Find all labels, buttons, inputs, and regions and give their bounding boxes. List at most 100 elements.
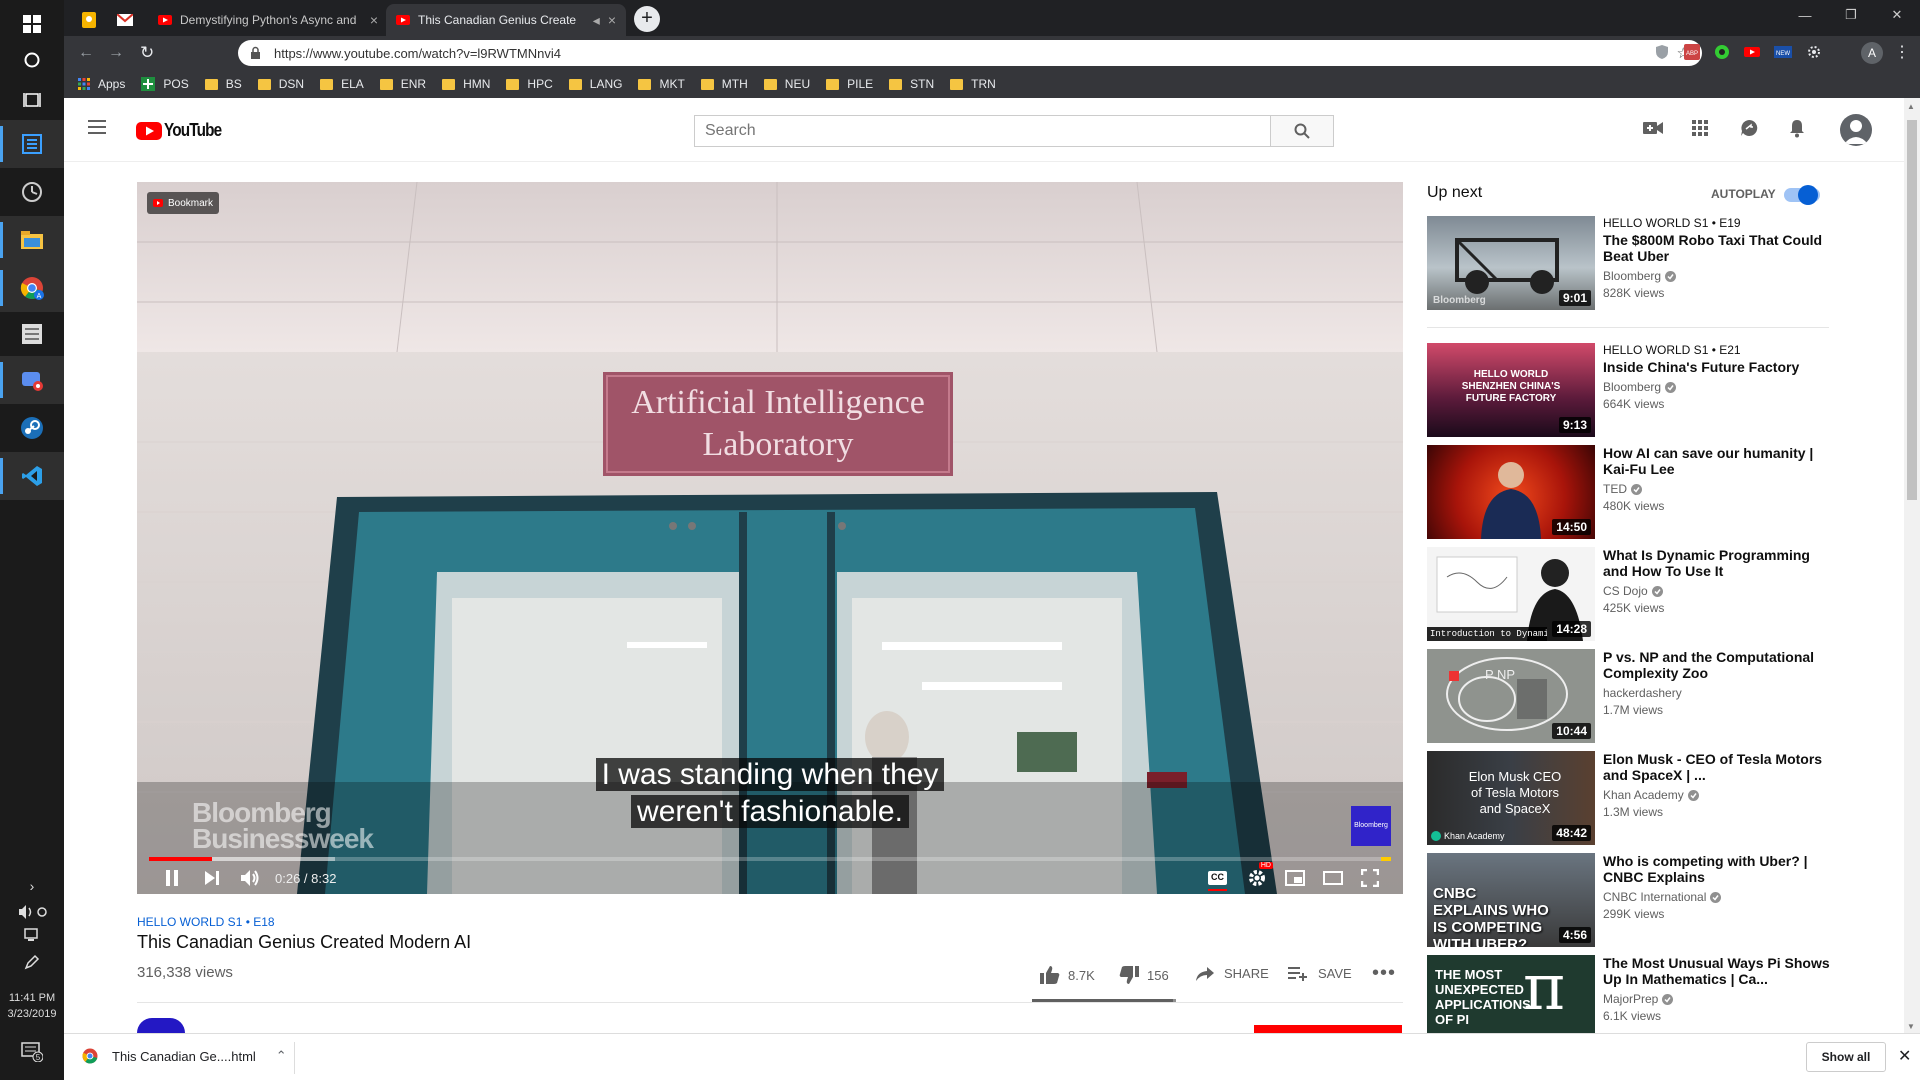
save-button[interactable]: SAVE <box>1288 966 1352 981</box>
hamburger-menu-icon[interactable] <box>88 120 106 134</box>
captions-button[interactable]: CC <box>1208 871 1227 891</box>
settings-gear-icon[interactable]: HD <box>1247 862 1273 888</box>
chrome-menu-icon[interactable]: ⋮ <box>1894 42 1910 62</box>
recommendation-title[interactable]: Who is competing with Uber? | CNBC Expla… <box>1603 853 1833 885</box>
recommendation-title[interactable]: How AI can save our humanity | Kai-Fu Le… <box>1603 445 1833 477</box>
recommendation-title[interactable]: P vs. NP and the Computational Complexit… <box>1603 649 1833 681</box>
show-hidden-icons-icon[interactable]: › <box>0 878 64 894</box>
taskbar-clock-app-icon[interactable] <box>0 168 64 216</box>
file-explorer-icon[interactable] <box>0 216 64 264</box>
recommendation-item[interactable]: THE MOST UNEXPECTED APPLICATIONS OF PI π… <box>1427 955 1837 1033</box>
abp-extension-icon[interactable]: ABP <box>1684 44 1700 60</box>
tab-pinned-gmail[interactable] <box>108 4 142 36</box>
channel-name[interactable]: CS Dojo <box>1603 584 1833 598</box>
action-center-icon[interactable]: 5 <box>0 1042 64 1062</box>
recommendation-item[interactable]: HELLO WORLD SHENZHEN CHINA'S FUTURE FACT… <box>1427 343 1837 439</box>
bookmark-folder[interactable]: MKT <box>638 77 685 91</box>
bookmark-folder[interactable]: DSN <box>257 77 304 91</box>
bookmark-folder[interactable]: ENR <box>379 77 426 91</box>
channel-name[interactable]: CNBC International <box>1603 890 1833 904</box>
channel-name[interactable]: TED <box>1603 482 1833 496</box>
recommendation-item[interactable]: P NP 10:44 P vs. NP and the Computationa… <box>1427 649 1837 745</box>
recommendation-title[interactable]: The $800M Robo Taxi That Could Beat Uber <box>1603 232 1833 264</box>
dislike-button[interactable]: 156 <box>1119 966 1169 984</box>
pause-icon[interactable] <box>165 870 179 886</box>
create-video-icon[interactable] <box>1643 120 1663 136</box>
theater-mode-icon[interactable] <box>1323 871 1343 885</box>
bookmark-apps[interactable]: Apps <box>78 77 125 91</box>
pen-workspace-icon[interactable] <box>0 954 64 970</box>
close-downloads-icon[interactable]: ✕ <box>1898 1046 1911 1066</box>
taskbar-app-editor-icon[interactable] <box>0 120 64 168</box>
tab-python-async[interactable]: Demystifying Python's Async and × <box>148 4 388 36</box>
bookmark-folder[interactable]: MTH <box>700 77 748 91</box>
apps-icon[interactable] <box>1692 120 1708 136</box>
subscribe-button[interactable] <box>1254 1025 1402 1033</box>
shield-extension-icon[interactable] <box>1654 44 1670 60</box>
new-extension-icon[interactable]: NEW <box>1774 44 1792 60</box>
minimize-icon[interactable]: — <box>1782 0 1828 30</box>
bookmark-folder[interactable]: LANG <box>568 77 622 91</box>
download-item[interactable]: This Canadian Ge....html ⌃ <box>82 1048 287 1064</box>
bookmark-folder[interactable]: BS <box>204 77 242 91</box>
video-thumbnail[interactable]: CNBC EXPLAINS WHO IS COMPETING WITH UBER… <box>1427 853 1595 947</box>
bookmark-folder[interactable]: PILE <box>826 77 873 91</box>
channel-name[interactable]: MajorPrep <box>1603 992 1833 1006</box>
video-thumbnail[interactable]: Elon Musk CEO of Tesla Motors and SpaceX… <box>1427 751 1595 845</box>
tab-close-icon[interactable]: × <box>370 12 378 28</box>
vscode-icon[interactable] <box>0 452 64 500</box>
taskbar-document-app-icon[interactable] <box>0 310 64 358</box>
autoplay-toggle[interactable] <box>1784 185 1820 205</box>
recommendation-item[interactable]: 14:50 How AI can save our humanity | Kai… <box>1427 445 1837 541</box>
reload-icon[interactable]: ↻ <box>140 43 154 63</box>
share-button[interactable]: SHARE <box>1196 966 1269 981</box>
recommendation-title[interactable]: The Most Unusual Ways Pi Shows Up In Mat… <box>1603 955 1833 987</box>
like-button[interactable]: 8.7K <box>1040 966 1095 984</box>
settings-extension-icon[interactable] <box>1806 44 1822 60</box>
video-thumbnail[interactable]: Introduction to Dynamic Prog 14:28 <box>1427 547 1595 641</box>
tab-canadian-genius[interactable]: This Canadian Genius Create ◂ × <box>386 4 626 36</box>
video-thumbnail[interactable]: HELLO WORLD SHENZHEN CHINA'S FUTURE FACT… <box>1427 343 1595 437</box>
bookmark-folder[interactable]: STN <box>889 77 934 91</box>
tab-audio-icon[interactable]: ◂ <box>593 12 600 29</box>
bookmark-folder[interactable]: ELA <box>320 77 364 91</box>
network-icon[interactable] <box>0 928 64 942</box>
bookmark-folder[interactable]: HPC <box>506 77 553 91</box>
recommendation-title[interactable]: Elon Musk - CEO of Tesla Motors and Spac… <box>1603 751 1833 783</box>
channel-name[interactable]: Bloomberg <box>1603 269 1833 283</box>
account-avatar[interactable] <box>1840 114 1872 146</box>
miniplayer-icon[interactable] <box>1285 870 1305 886</box>
bookmark-pos[interactable]: POS <box>141 77 189 91</box>
scroll-down-icon[interactable]: ▼ <box>1907 1022 1915 1031</box>
recommendation-item[interactable]: Bloomberg 9:01 HELLO WORLD S1 • E19 The … <box>1427 216 1837 312</box>
taskbar-time[interactable]: 11:41 PM <box>0 992 64 1004</box>
address-bar[interactable]: https://www.youtube.com/watch?v=l9RWTMNn… <box>238 40 1702 66</box>
search-button[interactable] <box>1270 115 1334 147</box>
tab-pinned-keep[interactable] <box>72 4 106 36</box>
show-all-downloads-button[interactable]: Show all <box>1806 1042 1886 1072</box>
task-view-icon[interactable] <box>0 76 64 124</box>
channel-name[interactable]: Bloomberg <box>1603 380 1833 394</box>
video-thumbnail[interactable]: THE MOST UNEXPECTED APPLICATIONS OF PI π <box>1427 955 1595 1033</box>
bookmark-chip[interactable]: Bookmark <box>147 192 220 214</box>
messages-icon[interactable] <box>1740 119 1758 137</box>
channel-name[interactable]: hackerdashery <box>1603 686 1833 700</box>
recommendation-item[interactable]: CNBC EXPLAINS WHO IS COMPETING WITH UBER… <box>1427 853 1837 949</box>
chrome-taskbar-icon[interactable]: A <box>0 264 64 312</box>
download-options-chevron-icon[interactable]: ⌃ <box>276 1048 287 1064</box>
restore-icon[interactable]: ❐ <box>1828 0 1874 30</box>
bookmark-folder[interactable]: NEU <box>763 77 810 91</box>
youtube-extension-icon[interactable] <box>1744 44 1760 60</box>
progress-bar[interactable] <box>149 857 1391 861</box>
scroll-up-icon[interactable]: ▲ <box>1907 102 1915 111</box>
video-player[interactable]: Artificial Intelligence Laboratory Bookm… <box>137 182 1403 894</box>
recommendation-title[interactable]: Inside China's Future Factory <box>1603 359 1833 375</box>
recommendation-title[interactable]: What Is Dynamic Programming and How To U… <box>1603 547 1833 579</box>
volume-icon[interactable] <box>0 904 64 920</box>
steam-icon[interactable] <box>0 404 64 452</box>
scrollbar-thumb[interactable] <box>1907 120 1917 500</box>
page-scrollbar[interactable]: ▲ ▼ <box>1904 98 1920 1033</box>
taskbar-chat-app-icon[interactable] <box>0 356 64 404</box>
bookmark-folder[interactable]: HMN <box>442 77 490 91</box>
next-video-icon[interactable] <box>205 871 219 885</box>
